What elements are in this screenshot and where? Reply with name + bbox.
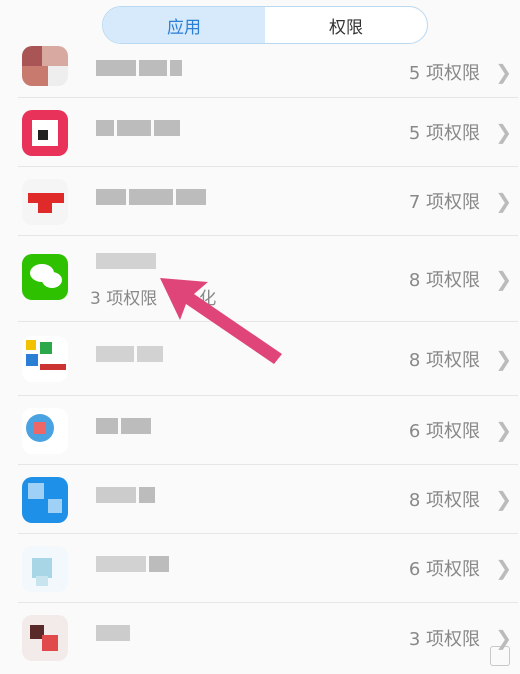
app-name [96,487,155,509]
subtitle-permissions: 3 项权限 [90,289,158,309]
app-row[interactable]: 3 项权限 ❯ [18,603,518,672]
app-row[interactable]: 5 项权限 ❯ [18,46,518,98]
permission-count: 6 项权限 [408,421,480,442]
permission-count: 8 项权限 [408,269,480,291]
app-icon [22,615,68,661]
permission-count: 6 项权限 [408,559,480,580]
chevron-right-icon: ❯ [495,418,512,442]
app-name [96,625,130,647]
app-row[interactable]: 6 项权限 ❯ [18,396,518,465]
app-name [96,556,169,578]
segmented-tabs: 应用 权限 [102,6,428,44]
app-icon [22,546,68,592]
app-icon [22,110,68,156]
app-row[interactable]: 6 项权限 ❯ [18,534,518,603]
permission-count: 8 项权限 [408,349,480,371]
permission-count: 3 项权限 [408,628,480,650]
app-row[interactable]: 5 项权限 ❯ [18,98,518,167]
app-icon [22,46,68,86]
app-name [96,120,180,142]
chevron-right-icon: ❯ [495,189,512,213]
app-name [96,253,156,275]
permission-count: 7 项权限 [408,192,480,213]
app-icon [22,408,68,454]
app-row[interactable]: 8 项权限 ❯ [18,465,518,534]
chevron-right-icon: ❯ [495,346,512,371]
chevron-right-icon: ❯ [495,487,512,511]
permission-count: 5 项权限 [408,62,480,84]
app-name [96,418,151,440]
app-icon [22,336,68,382]
chevron-right-icon: ❯ [495,120,512,144]
chevron-right-icon: ❯ [495,266,512,291]
tab-permissions[interactable]: 权限 [265,7,427,43]
tab-apps[interactable]: 应用 [103,7,265,43]
wechat-icon [22,254,68,300]
app-name [96,60,182,82]
app-name [96,189,206,211]
app-icon [22,477,68,523]
app-icon [22,179,68,225]
chevron-right-icon: ❯ [495,556,512,580]
permission-count: 5 项权限 [408,123,480,144]
permission-count: 8 项权限 [408,490,480,511]
watermark-logo [490,646,510,666]
annotation-arrow [160,278,282,364]
chevron-right-icon: ❯ [495,59,512,84]
app-row[interactable]: 7 项权限 ❯ [18,167,518,236]
